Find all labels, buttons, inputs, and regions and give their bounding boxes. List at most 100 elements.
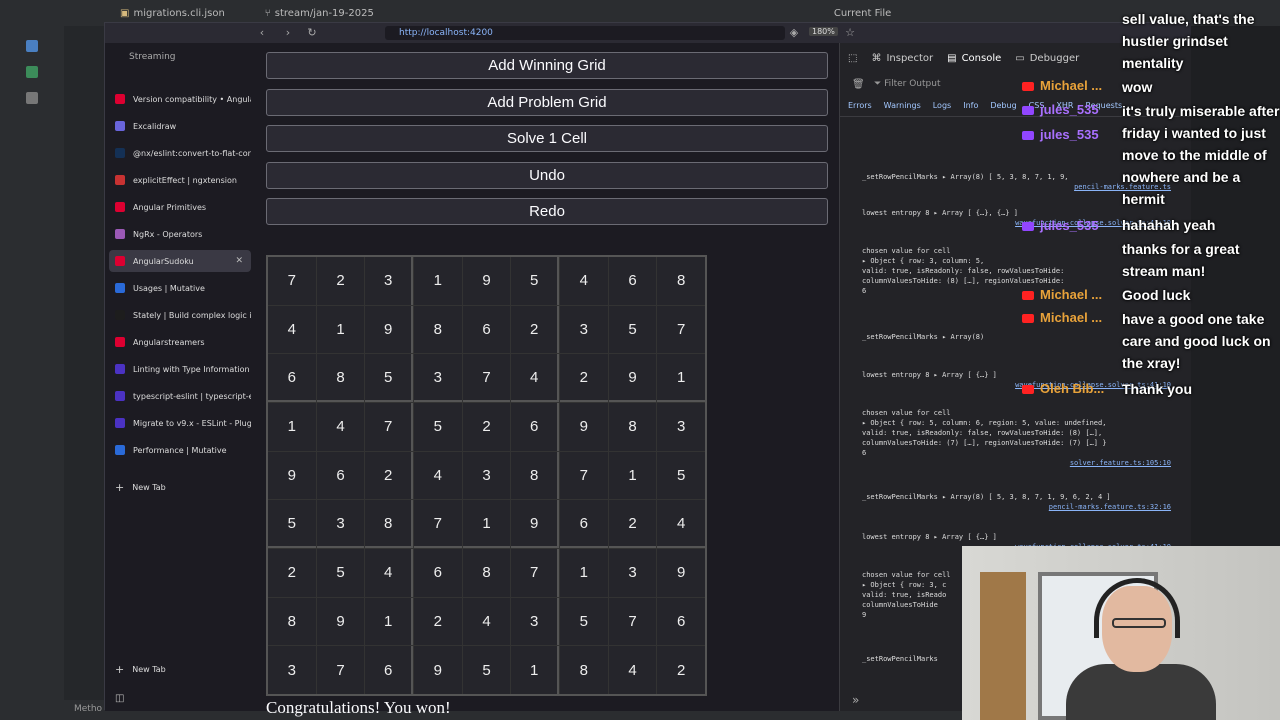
folder-icon[interactable] — [26, 40, 38, 52]
pick-element-icon[interactable]: ⬚ — [848, 53, 857, 64]
sudoku-cell[interactable]: 5 — [511, 257, 559, 305]
sudoku-cell[interactable]: 6 — [560, 500, 608, 548]
sudoku-cell[interactable]: 6 — [511, 403, 559, 451]
sudoku-cell[interactable]: 2 — [268, 549, 316, 597]
sudoku-cell[interactable]: 7 — [316, 646, 365, 694]
sudoku-cell[interactable]: 2 — [365, 451, 413, 500]
sudoku-cell[interactable]: 4 — [414, 451, 462, 500]
sidebar-tab[interactable]: Linting with Type Information | t — [109, 358, 251, 380]
sudoku-cell[interactable]: 7 — [560, 451, 608, 500]
add-winning-grid-button[interactable]: Add Winning Grid — [266, 52, 828, 79]
sudoku-cell[interactable]: 3 — [560, 305, 608, 354]
sudoku-cell[interactable]: 7 — [462, 354, 511, 402]
sudoku-cell[interactable]: 9 — [414, 646, 462, 694]
sudoku-cell[interactable]: 3 — [462, 451, 511, 500]
add-problem-grid-button[interactable]: Add Problem Grid — [266, 89, 828, 116]
filter-output-input[interactable]: ⏷ Filter Output — [874, 79, 940, 89]
sidebar-tab[interactable]: Version compatibility • Angular — [109, 88, 251, 110]
source-link[interactable]: solver.feature.ts:105:10 — [1070, 459, 1171, 467]
sudoku-cell[interactable]: 3 — [657, 403, 705, 451]
sidebar-tab[interactable]: Angularstreamers — [109, 331, 251, 353]
sudoku-cell[interactable]: 5 — [268, 500, 316, 548]
console-input-chevron-icon[interactable]: » — [852, 693, 859, 707]
sidebar-tab[interactable]: Migrate to v9.x - ESLint - Plugga — [109, 412, 251, 434]
sudoku-cell[interactable]: 8 — [268, 597, 316, 646]
sidebar-tab[interactable]: Excalidraw — [109, 115, 251, 137]
forward-icon[interactable]: › — [281, 26, 295, 40]
sudoku-cell[interactable]: 4 — [511, 354, 559, 402]
sudoku-cell[interactable]: 6 — [414, 549, 462, 597]
ide-run-config[interactable]: Current File — [834, 8, 891, 19]
sudoku-cell[interactable]: 1 — [608, 451, 657, 500]
sudoku-cell[interactable]: 1 — [511, 646, 559, 694]
trash-icon[interactable]: 🗑 — [852, 79, 865, 90]
ide-branch[interactable]: ⑂ stream/jan-19-2025 — [265, 8, 374, 19]
ide-tab-file[interactable]: ▣ migrations.cli.json — [120, 8, 225, 19]
sudoku-cell[interactable]: 7 — [414, 500, 462, 548]
sudoku-cell[interactable]: 1 — [414, 257, 462, 305]
sidebar-tab[interactable]: AngularSudoku ✕ — [109, 250, 251, 272]
sudoku-cell[interactable]: 6 — [608, 257, 657, 305]
tab-group-title[interactable]: Streaming — [129, 52, 175, 62]
sudoku-cell[interactable]: 9 — [608, 354, 657, 402]
sidebar-tab[interactable]: NgRx - Operators — [109, 223, 251, 245]
sudoku-cell[interactable]: 6 — [365, 646, 413, 694]
zoom-badge[interactable]: 180% — [809, 27, 838, 36]
sudoku-cell[interactable]: 7 — [268, 257, 316, 305]
sudoku-cell[interactable]: 4 — [268, 305, 316, 354]
new-tab-button[interactable]: + New Tab — [115, 481, 166, 494]
sudoku-cell[interactable]: 5 — [657, 451, 705, 500]
sidebar-tab[interactable]: Usages | Mutative — [109, 277, 251, 299]
sudoku-cell[interactable]: 6 — [268, 354, 316, 402]
sudoku-cell[interactable]: 9 — [462, 257, 511, 305]
sudoku-cell[interactable]: 9 — [316, 597, 365, 646]
close-tab-icon[interactable]: ✕ — [235, 256, 243, 266]
tab-debugger[interactable]: ▭ Debugger — [1015, 53, 1079, 64]
sudoku-cell[interactable]: 4 — [657, 500, 705, 548]
sudoku-cell[interactable]: 1 — [560, 549, 608, 597]
bookmark-star-icon[interactable]: ☆ — [843, 26, 857, 40]
log-level-warnings[interactable]: Warnings — [884, 101, 921, 116]
sudoku-cell[interactable]: 3 — [316, 500, 365, 548]
sudoku-cell[interactable]: 1 — [462, 500, 511, 548]
sidebar-tab[interactable]: Performance | Mutative — [109, 439, 251, 461]
shield-icon[interactable]: ◈ — [787, 26, 801, 40]
sidebar-tab[interactable]: typescript-eslint | typescript-esl — [109, 385, 251, 407]
redo-button[interactable]: Redo — [266, 198, 828, 225]
sudoku-cell[interactable]: 7 — [511, 549, 559, 597]
sudoku-cell[interactable]: 9 — [268, 451, 316, 500]
sidebar-tab[interactable]: Stately | Build complex logic in — [109, 304, 251, 326]
sudoku-cell[interactable]: 5 — [560, 597, 608, 646]
reload-icon[interactable]: ↻ — [305, 26, 319, 40]
sidebar-tab[interactable]: @nx/eslint:convert-to-flat-confi — [109, 142, 251, 164]
sudoku-cell[interactable]: 4 — [462, 597, 511, 646]
sudoku-cell[interactable]: 9 — [657, 549, 705, 597]
sidebar-tab[interactable]: Angular Primitives — [109, 196, 251, 218]
sidebar-tab[interactable]: explicitEffect | ngxtension — [109, 169, 251, 191]
sudoku-cell[interactable]: 2 — [462, 403, 511, 451]
sudoku-cell[interactable]: 2 — [560, 354, 608, 402]
sudoku-cell[interactable]: 2 — [608, 500, 657, 548]
sudoku-cell[interactable]: 9 — [560, 403, 608, 451]
log-level-errors[interactable]: Errors — [848, 101, 872, 116]
sudoku-cell[interactable]: 5 — [462, 646, 511, 694]
sudoku-cell[interactable]: 5 — [414, 403, 462, 451]
sudoku-cell[interactable]: 1 — [268, 403, 316, 451]
undo-button[interactable]: Undo — [266, 162, 828, 189]
sudoku-cell[interactable]: 7 — [365, 403, 413, 451]
solve-one-cell-button[interactable]: Solve 1 Cell — [266, 125, 828, 152]
sudoku-cell[interactable]: 8 — [511, 451, 559, 500]
sidebar-toggle-icon[interactable]: ◫ — [115, 693, 124, 704]
sudoku-cell[interactable]: 8 — [365, 500, 413, 548]
sudoku-cell[interactable]: 2 — [316, 257, 365, 305]
sudoku-cell[interactable]: 7 — [657, 305, 705, 354]
sudoku-cell[interactable]: 4 — [365, 549, 413, 597]
sudoku-cell[interactable]: 4 — [608, 646, 657, 694]
sudoku-cell[interactable]: 8 — [657, 257, 705, 305]
sudoku-cell[interactable]: 8 — [560, 646, 608, 694]
log-level-debug[interactable]: Debug — [990, 101, 1016, 116]
sudoku-cell[interactable]: 9 — [511, 500, 559, 548]
commit-icon[interactable] — [26, 66, 38, 78]
sudoku-cell[interactable]: 8 — [462, 549, 511, 597]
sudoku-cell[interactable]: 5 — [608, 305, 657, 354]
